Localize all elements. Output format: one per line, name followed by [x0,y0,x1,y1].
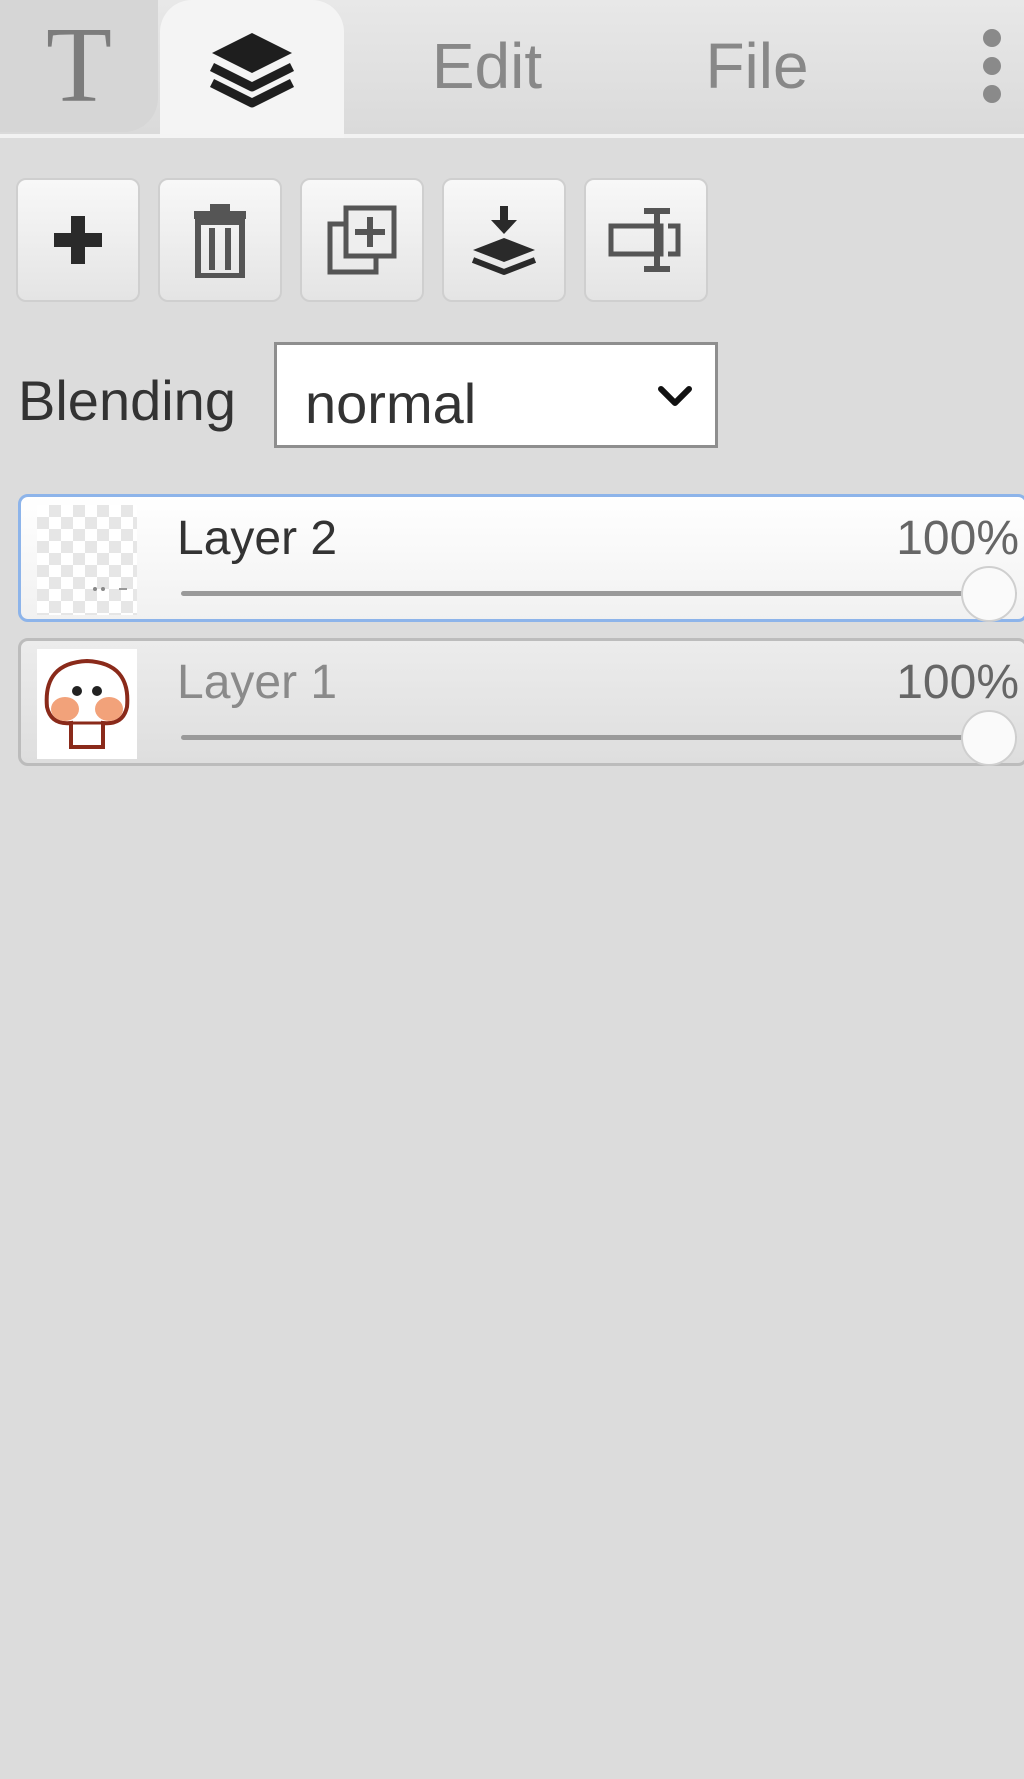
more-vertical-icon [983,29,1001,47]
layer-item[interactable]: Layer 2 100% [18,494,1024,622]
layer-name: Layer 1 [177,656,338,709]
merge-down-icon [471,206,537,275]
layer-thumbnail-sketch [93,587,127,591]
text-tool-icon: T [46,6,112,125]
add-layer-button[interactable] [16,178,140,302]
duplicate-icon [327,205,397,275]
blending-value: normal [305,372,477,435]
rename-layer-button[interactable] [584,178,708,302]
chevron-down-icon [658,386,692,406]
tab-edit[interactable]: Edit [412,0,562,132]
merge-down-button[interactable] [442,178,566,302]
layer-opacity-slider[interactable] [181,566,1017,622]
layer-thumbnail [37,649,137,759]
slider-thumb[interactable] [961,710,1017,766]
blending-label: Blending [18,369,236,432]
layer-opacity-value: 100% [896,656,1019,709]
blending-select[interactable]: normal [274,342,718,448]
tab-layers[interactable] [160,0,344,138]
more-menu-button[interactable] [960,0,1024,132]
rename-icon [608,208,681,272]
layer-thumbnail [37,505,137,615]
mushroom-icon [44,658,130,749]
more-vertical-icon-dot [983,85,1001,103]
duplicate-layer-button[interactable] [300,178,424,302]
tab-text[interactable]: T [0,0,158,132]
slider-track [181,735,1017,740]
layer-item[interactable]: Layer 1 100% [18,638,1024,766]
more-vertical-icon-dot [983,57,1001,75]
delete-layer-button[interactable] [158,178,282,302]
layer-name: Layer 2 [177,512,338,565]
blending-row: Blending normal [18,340,1018,452]
trash-icon [194,204,246,278]
tab-edit-label: Edit [431,30,543,102]
layer-opacity-slider[interactable] [181,710,1017,766]
layer-opacity-value: 100% [896,512,1019,565]
slider-thumb[interactable] [961,566,1017,622]
layers-icon [209,33,295,108]
panel-tab-bar: T Edit File [0,0,1024,138]
slider-track [181,591,1017,596]
tab-file-label: File [705,30,809,102]
tab-file[interactable]: File [692,0,822,132]
plus-icon [54,216,102,264]
